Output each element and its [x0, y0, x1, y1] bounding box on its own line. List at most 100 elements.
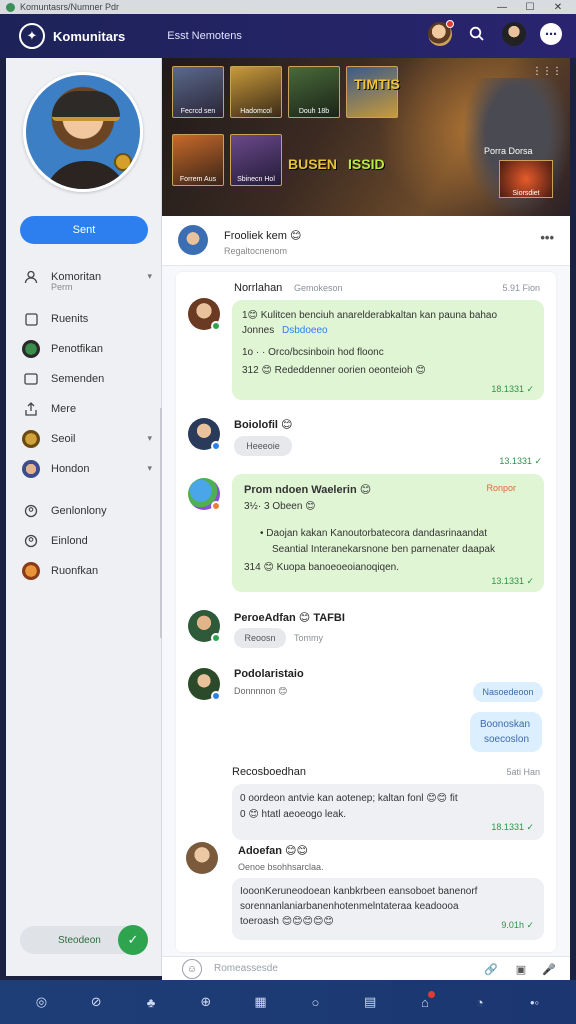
- game-tile[interactable]: Hadomcol: [230, 66, 282, 118]
- message-author: PeroeAdfan 😊 TAFBI: [234, 612, 345, 624]
- spacer: [22, 292, 152, 304]
- online-indicator: [211, 441, 221, 451]
- message-avatar[interactable]: [188, 418, 221, 451]
- groups-icon[interactable]: ♣: [140, 991, 162, 1013]
- message-input[interactable]: Romeassesde: [214, 963, 278, 974]
- message-text: 0 oordeon antvie kan aotenep; kaltan fon…: [240, 793, 458, 804]
- game-banner[interactable]: Fecrcd sen Hadomcol Douh 18b Forrem Aus …: [162, 58, 570, 216]
- reply-text: soecoslon: [484, 734, 530, 745]
- banner-text: BUSEN: [288, 156, 338, 172]
- game-tile[interactable]: Forrem Aus: [172, 134, 224, 186]
- notification-icon[interactable]: ⌂: [414, 991, 436, 1013]
- message-avatar[interactable]: [188, 668, 221, 701]
- post-title: Frooliek kem 😊: [224, 230, 302, 242]
- microphone-icon[interactable]: 🎤: [540, 960, 558, 978]
- sidebar-item-komoritan[interactable]: Komoritan ▾ Perm: [22, 262, 152, 292]
- message-text: Jonnes: [242, 325, 275, 336]
- check-icon[interactable]: ✓: [118, 925, 148, 955]
- sidebar-item-ruonfkan[interactable]: Ruonfkan: [22, 556, 152, 586]
- message-timestamp: 18.1331 ✓: [491, 384, 534, 394]
- more-options-icon[interactable]: •••: [540, 230, 554, 245]
- message-author: Boiolofil 😊: [234, 419, 293, 431]
- banner-label: Porra Dorsa: [484, 146, 533, 156]
- user-avatar[interactable]: [428, 20, 454, 46]
- message-avatar[interactable]: [188, 610, 221, 643]
- sidebar-item-label: Ruenits: [51, 313, 89, 325]
- game-tile[interactable]: Douh 18b: [288, 66, 340, 118]
- globe-icon[interactable]: ⊕: [195, 991, 217, 1013]
- chevron-down-icon[interactable]: ▾: [147, 463, 152, 474]
- users-icon: [22, 502, 40, 520]
- more-icon[interactable]: •◦: [524, 991, 546, 1013]
- message-chip[interactable]: Heeeoie: [234, 436, 292, 456]
- book-icon[interactable]: ▤: [359, 991, 381, 1013]
- minimize-button[interactable]: —: [488, 2, 516, 13]
- message-tag: Ronpor: [486, 483, 516, 493]
- maximize-button[interactable]: ☐: [516, 2, 544, 13]
- chevron-down-icon[interactable]: ▾: [147, 433, 152, 444]
- message-avatar[interactable]: [188, 478, 221, 511]
- message-timestamp: 18.1331 ✓: [491, 822, 534, 832]
- sidebar-item-ruenits[interactable]: Ruenits: [22, 304, 152, 334]
- sidebar-item-semenden[interactable]: Semenden: [22, 364, 152, 394]
- game-tile[interactable]: [346, 66, 398, 118]
- sidebar-item-genlonlony[interactable]: Genlonlony: [22, 496, 152, 526]
- sidebar-menu: Komoritan ▾ Perm Ruenits Penotfikan Seme…: [22, 262, 152, 586]
- app-logo[interactable]: ✦: [19, 23, 45, 49]
- message-avatar[interactable]: [186, 842, 218, 874]
- upload-icon: [22, 400, 40, 418]
- message-bubble[interactable]: Prom ndoen Waelerin 😊 Ronpor 3½· 3 Obeen…: [232, 474, 544, 592]
- message-composer: ☺ Romeassesde 🔗 ▣ 🎤: [162, 956, 570, 980]
- reply-chip[interactable]: Nasoedeoon: [473, 682, 543, 702]
- image-icon[interactable]: ▣: [512, 960, 530, 978]
- profile-picture[interactable]: [23, 72, 143, 192]
- banner-text: TIMTIS: [354, 76, 400, 92]
- message-chip[interactable]: Reoosn: [234, 628, 286, 648]
- post-avatar[interactable]: [178, 225, 208, 255]
- message-author: Podolaristaio: [234, 668, 304, 680]
- square-icon: [22, 310, 40, 328]
- message-avatar[interactable]: [188, 298, 221, 331]
- sidebar-item-mere[interactable]: Mere: [22, 394, 152, 424]
- game-tile[interactable]: Sbinecn Hol: [230, 134, 282, 186]
- message-subtitle: Donnnnon 😊: [234, 686, 288, 696]
- sidebar-item-label: Einlond: [51, 535, 88, 547]
- sidebar-item-label: Seoil: [51, 433, 76, 445]
- notification-dot: [446, 20, 454, 28]
- message-timestamp: 9.01h ✓: [501, 920, 534, 930]
- spacer: [22, 484, 152, 496]
- banner-more-icon[interactable]: ⋮⋮⋮: [532, 66, 562, 77]
- sidebar-item-hondon[interactable]: Hondon ▾: [22, 454, 152, 484]
- message-link[interactable]: Dsbdoeeo: [282, 325, 328, 336]
- compass-icon[interactable]: ⊘: [85, 991, 107, 1013]
- message-bubble[interactable]: 1😊 Kulitcen benciuh anarelderabkaltan ka…: [232, 300, 544, 400]
- users-icon: [22, 532, 40, 550]
- chevron-down-icon[interactable]: ▾: [147, 271, 152, 282]
- menu-icon[interactable]: ⋯: [540, 23, 562, 45]
- avatar-icon: [22, 340, 40, 358]
- send-button[interactable]: Sent: [20, 216, 148, 244]
- message-thread: Norrlahan Gemokeson 5.91 Fion 1😊 Kulitce…: [176, 272, 556, 952]
- header-subtitle[interactable]: Esst Nemotens: [167, 30, 242, 42]
- sidebar-item-label: Penotfikan: [51, 343, 103, 355]
- sidebar-item-penotfikan[interactable]: Penotfikan: [22, 334, 152, 364]
- post-header: Frooliek kem 😊 Regaltocnenom •••: [162, 216, 570, 266]
- sidebar-item-seoil[interactable]: Seoil ▾: [22, 424, 152, 454]
- message-bubble[interactable]: IooonKeruneodoean kanbkrbeen eansoboet b…: [232, 878, 544, 940]
- calendar-icon[interactable]: ▦: [250, 991, 272, 1013]
- game-tile[interactable]: Fecrcd sen: [172, 66, 224, 118]
- message-bubble[interactable]: 0 oordeon antvie kan aotenep; kaltan fon…: [232, 784, 544, 840]
- sidebar-item-label: Hondon: [51, 463, 90, 475]
- emoji-icon[interactable]: ☺: [182, 959, 202, 979]
- chat-icon[interactable]: ○: [304, 991, 326, 1013]
- sidebar-item-einlond[interactable]: Einlond: [22, 526, 152, 556]
- status-toggle[interactable]: Steodeon ✓: [20, 925, 148, 955]
- search-icon[interactable]: [466, 23, 488, 45]
- home-icon[interactable]: ◎: [30, 991, 52, 1013]
- headset-icon[interactable]: ◔: [469, 991, 491, 1013]
- profile-avatar[interactable]: [502, 22, 526, 46]
- banner-thumbnail[interactable]: Siorsdiet: [499, 160, 553, 198]
- reply-bubble[interactable]: Boonoskan soecoslon: [470, 712, 542, 752]
- close-button[interactable]: ✕: [544, 2, 572, 13]
- attach-icon[interactable]: 🔗: [482, 960, 500, 978]
